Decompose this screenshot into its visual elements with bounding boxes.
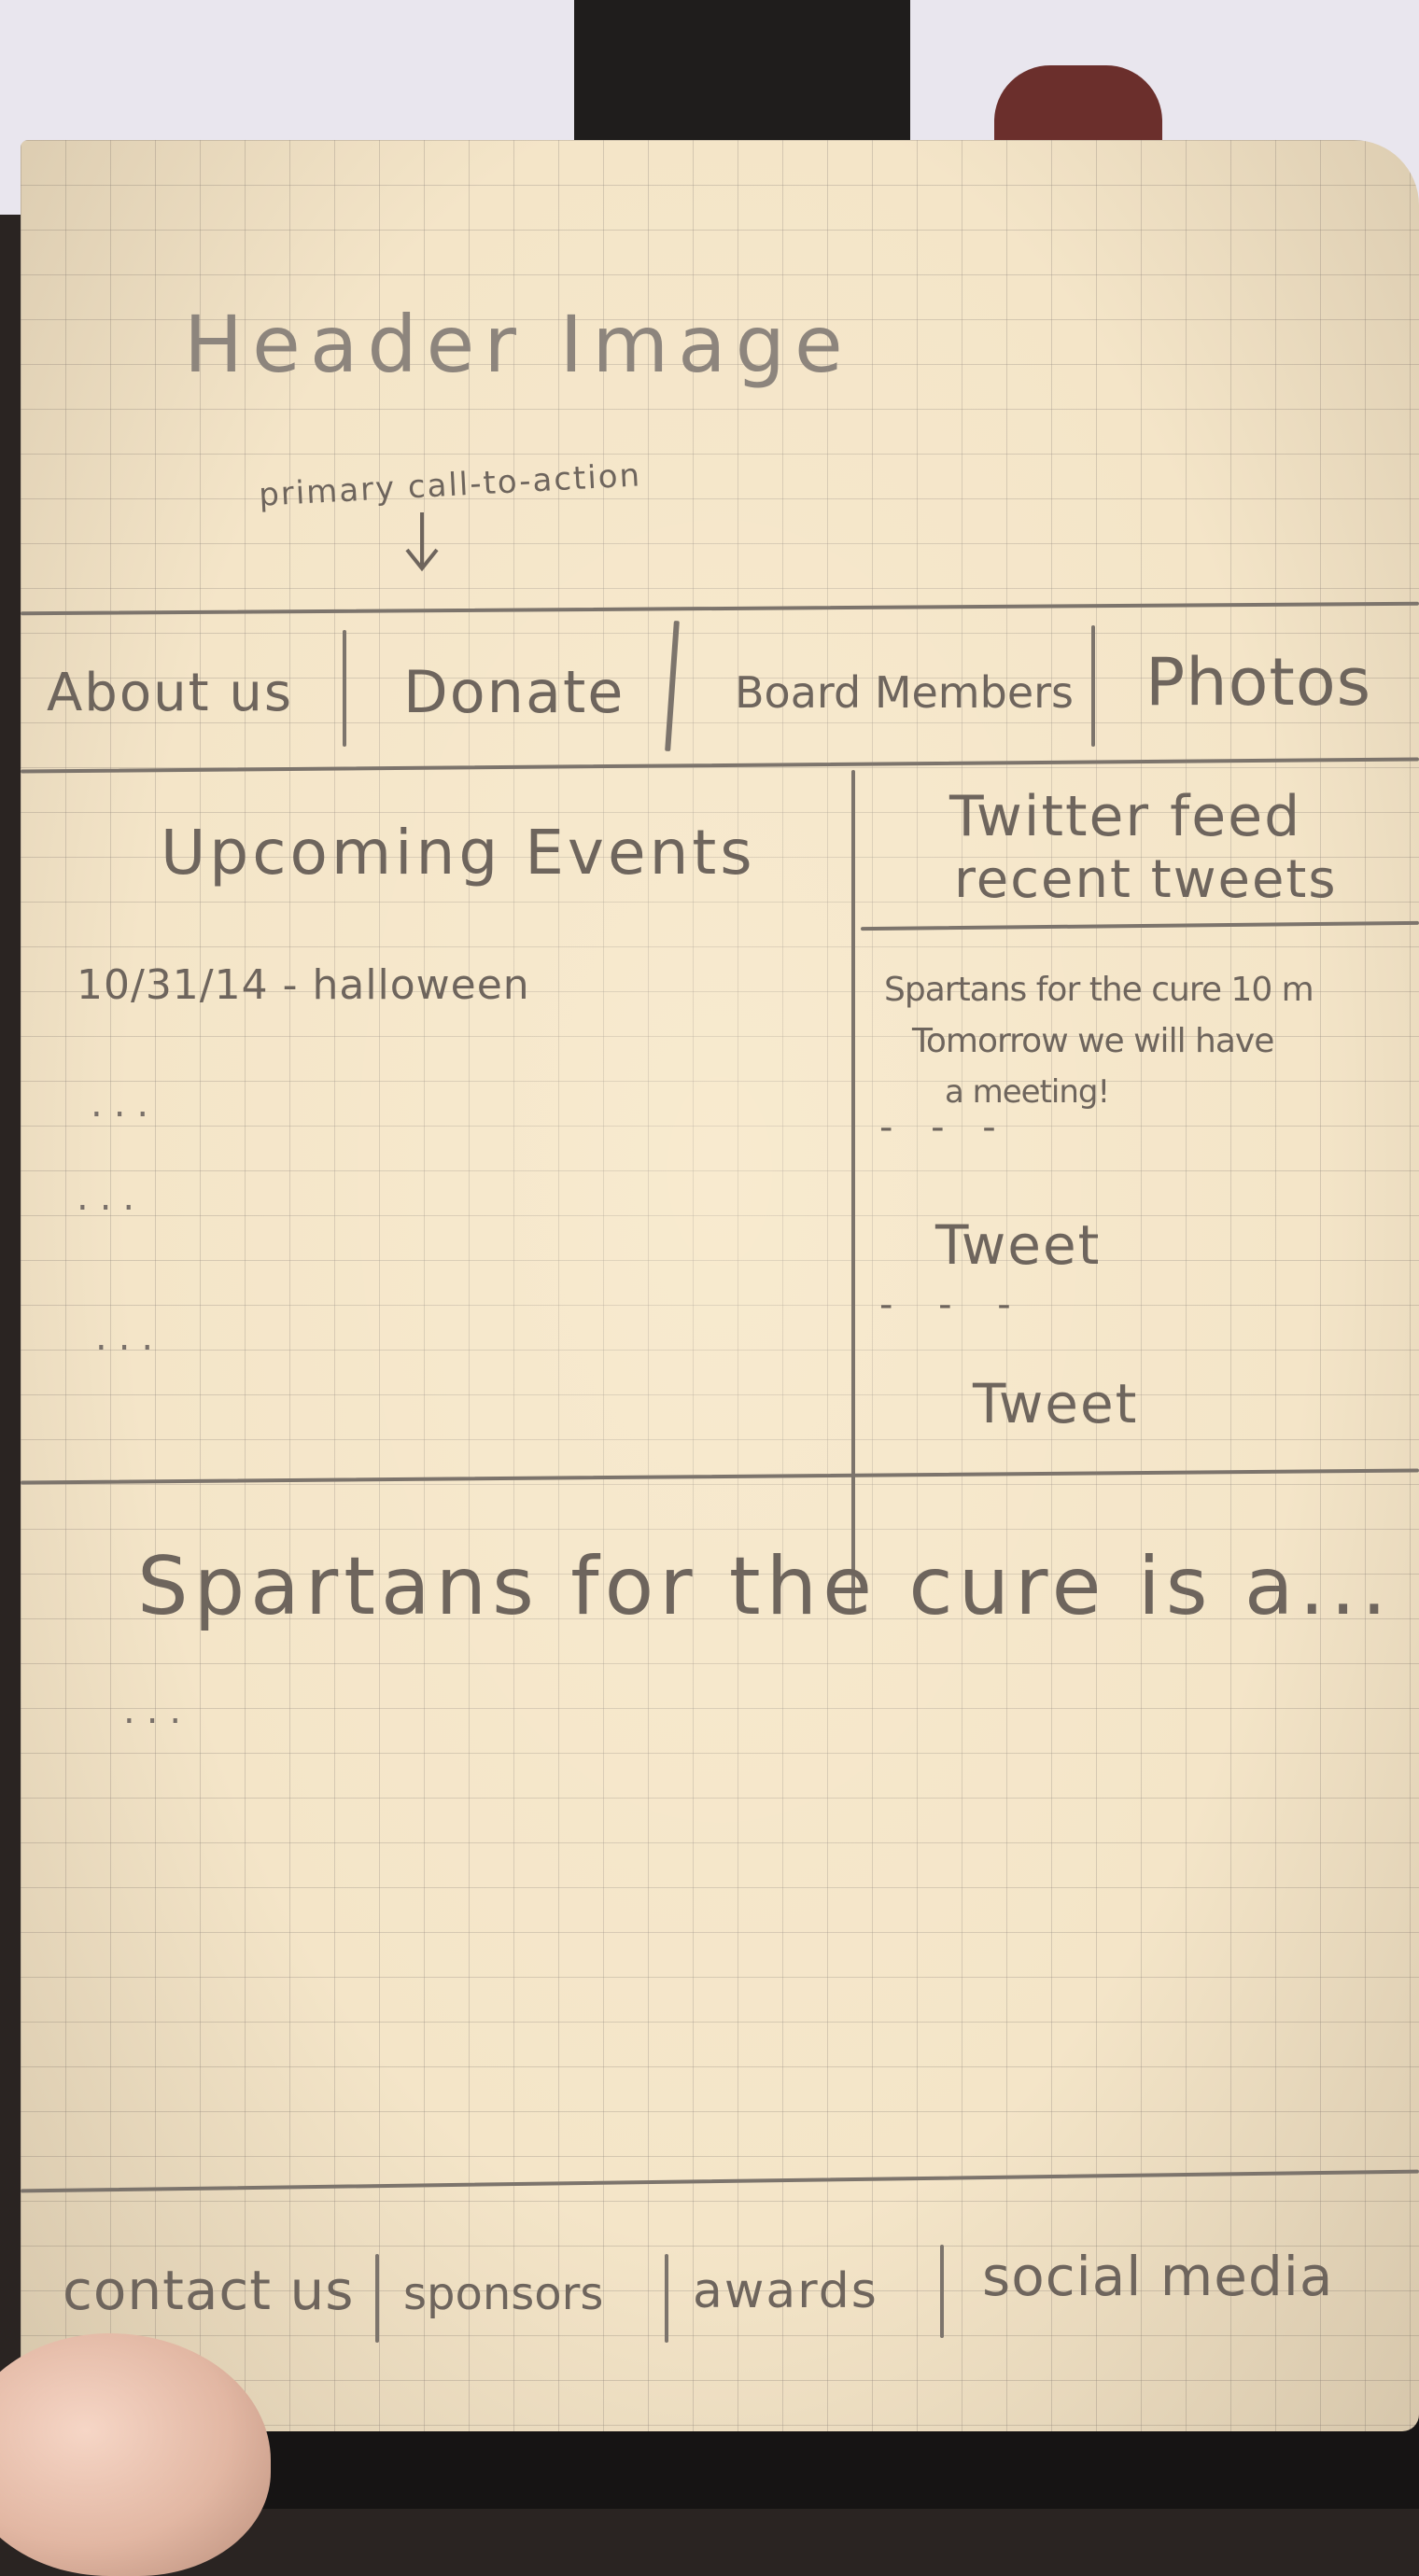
nav-item-photos[interactable]: Photos [1145, 644, 1371, 721]
header-image-label: Header Image [184, 299, 852, 390]
nav-item-board-members[interactable]: Board Members [735, 667, 1074, 718]
footer-item-social-media[interactable]: social media [982, 2245, 1333, 2308]
tweet-placeholder: Tweet [973, 1372, 1139, 1435]
arrow-down-icon [405, 512, 439, 572]
nav-item-about-us[interactable]: About us [47, 663, 293, 723]
tweet-text: Spartans for the cure 10 m [884, 971, 1314, 1009]
tweet-separator: - - - [879, 1283, 1028, 1326]
about-text: Spartans for the cure is a... [137, 1540, 1393, 1633]
nav-separator [665, 620, 680, 752]
footer-separator [940, 2245, 944, 2338]
cta-note: primary call-to-action [258, 456, 643, 514]
footer-top-divider [21, 2169, 1419, 2193]
twitter-subtitle: recent tweets [954, 849, 1338, 910]
nav-separator [343, 630, 346, 747]
content-bottom-divider [21, 1468, 1419, 1485]
nav-top-divider [21, 601, 1419, 616]
event-placeholder: ... [95, 1316, 165, 1359]
column-divider [851, 770, 855, 1610]
about-continuation: ... [123, 1689, 193, 1732]
footer-separator [375, 2254, 379, 2343]
tweet-separator: - - - [879, 1106, 1009, 1149]
tweet-placeholder: Tweet [935, 1213, 1102, 1277]
footer-item-contact-us[interactable]: contact us [63, 2259, 354, 2322]
footer-item-sponsors[interactable]: sponsors [403, 2268, 603, 2320]
tweet-text: a meeting! [945, 1073, 1110, 1111]
nav-bottom-divider [21, 757, 1419, 774]
event-placeholder: ... [77, 1176, 147, 1219]
event-item: 10/31/14 - halloween [77, 961, 530, 1009]
twitter-title: Twitter feed [949, 784, 1302, 849]
nav-separator [1091, 625, 1095, 747]
nav-item-donate[interactable]: Donate [403, 658, 625, 726]
events-title: Upcoming Events [161, 817, 756, 889]
sketch-page: Header Image primary call-to-action Abou… [21, 140, 1419, 2431]
twitter-divider [860, 920, 1419, 931]
event-placeholder: ... [91, 1083, 161, 1126]
tweet-text: Tomorrow we will have [912, 1022, 1274, 1060]
footer-item-awards[interactable]: awards [693, 2263, 878, 2319]
footer-separator [665, 2254, 668, 2343]
